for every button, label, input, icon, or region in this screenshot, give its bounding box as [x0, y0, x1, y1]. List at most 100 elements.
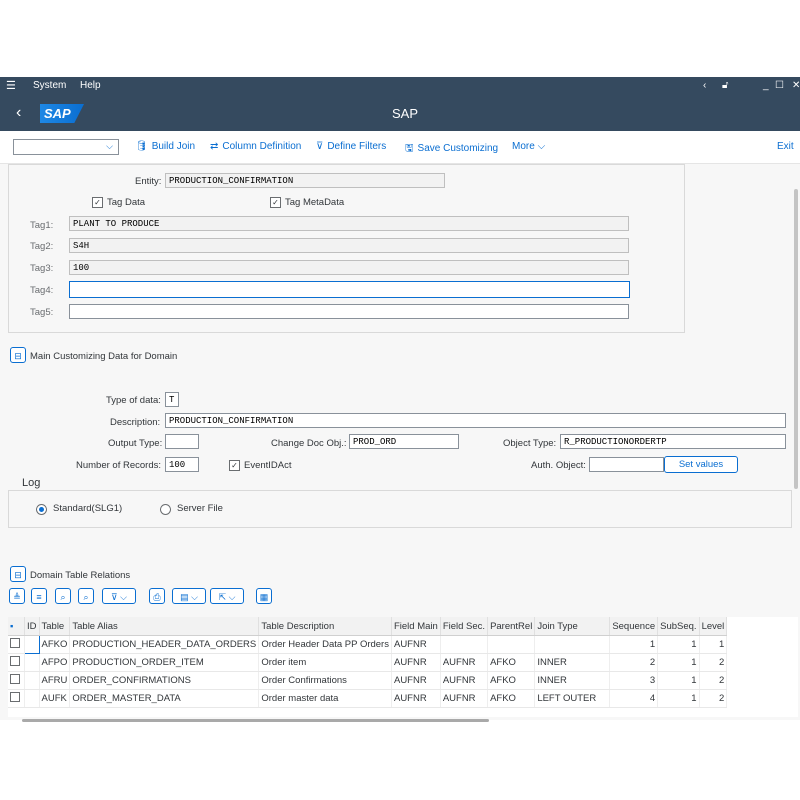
variant-dropdown[interactable]: ⌵	[13, 139, 119, 155]
column-header[interactable]: ID	[24, 617, 40, 636]
entity-field[interactable]: PRODUCTION_CONFIRMATION	[165, 173, 445, 188]
tag5-field[interactable]	[69, 304, 629, 319]
details-icon[interactable]: ≜	[9, 588, 25, 604]
table-cell[interactable]: AUFNR	[391, 671, 441, 690]
layout-icon[interactable]: ▦	[256, 588, 272, 604]
table-cell[interactable]	[24, 653, 40, 672]
menu-help[interactable]: Help	[80, 80, 101, 91]
horizontal-scrollbar[interactable]	[22, 719, 489, 722]
object-type-field[interactable]: R_PRODUCTIONORDERTP	[560, 434, 786, 449]
table-cell[interactable]: 1	[657, 653, 700, 672]
column-header[interactable]: Join Type	[534, 617, 611, 636]
table-cell[interactable]: AUFNR	[391, 653, 441, 672]
back-icon[interactable]: ‹	[16, 104, 21, 122]
table-cell[interactable]: AUFK	[39, 689, 71, 708]
auth-object-field[interactable]	[589, 457, 664, 472]
table-cell[interactable]	[440, 635, 489, 654]
type-of-data-field[interactable]: T	[165, 392, 179, 407]
table-cell[interactable]: 2	[699, 689, 728, 708]
column-header[interactable]: Field Main	[391, 617, 441, 636]
table-cell[interactable]: 1	[609, 635, 659, 654]
table-cell[interactable]: AUFNR	[440, 653, 489, 672]
table-cell[interactable]: Order master data	[258, 689, 392, 708]
table-cell[interactable]: Order item	[258, 653, 392, 672]
column-definition-button[interactable]: ⇄ Column Definition	[210, 141, 301, 152]
standard-slg1-radio[interactable]	[36, 504, 47, 515]
tag2-field[interactable]: S4H	[69, 238, 629, 253]
tag-data-checkbox[interactable]: ✓	[92, 197, 103, 208]
hamburger-icon[interactable]: ☰	[6, 79, 16, 92]
table-cell[interactable]: 1	[657, 671, 700, 690]
table-cell[interactable]: AUFNR	[391, 689, 441, 708]
table-cell[interactable]: AFPO	[39, 653, 71, 672]
lock-icon[interactable]: 🔓︎	[722, 80, 728, 91]
table-cell[interactable]: ORDER_CONFIRMATIONS	[69, 671, 260, 690]
save-customizing-button[interactable]: 🖫 Save Customizing	[405, 141, 498, 158]
row-select-checkbox[interactable]	[8, 653, 25, 672]
table-cell[interactable]: AUFNR	[391, 635, 441, 654]
tag-metadata-checkbox[interactable]: ✓	[270, 197, 281, 208]
expand-relations-icon[interactable]: ⊟	[10, 566, 26, 582]
table-cell[interactable]: AFKO	[487, 689, 536, 708]
table-cell[interactable]	[24, 635, 40, 654]
table-cell[interactable]: PRODUCTION_ORDER_ITEM	[69, 653, 260, 672]
table-cell[interactable]	[534, 635, 611, 654]
output-type-field[interactable]	[165, 434, 199, 449]
more-button[interactable]: More ⌵	[512, 141, 545, 152]
table-cell[interactable]: 1	[699, 635, 728, 654]
table-cell[interactable]: 1	[657, 689, 700, 708]
table-row[interactable]: AFRU ORDER_CONFIRMATIONS Order Confirmat…	[8, 671, 728, 690]
eventidact-checkbox[interactable]: ✓	[229, 460, 240, 471]
number-of-records-field[interactable]: 100	[165, 457, 199, 472]
table-cell[interactable]: AFRU	[39, 671, 71, 690]
menu-system[interactable]: System	[33, 80, 66, 91]
table-cell[interactable]: LEFT OUTER	[534, 689, 611, 708]
column-header[interactable]: Table Description	[258, 617, 392, 636]
column-header[interactable]: Level	[699, 617, 728, 636]
row-select-checkbox[interactable]	[8, 671, 25, 690]
tag4-field[interactable]	[69, 281, 630, 298]
exit-button[interactable]: Exit	[777, 141, 794, 152]
row-select-checkbox[interactable]	[8, 635, 25, 654]
table-cell[interactable]: 1	[657, 635, 700, 654]
change-doc-field[interactable]: PROD_ORD	[349, 434, 459, 449]
table-cell[interactable]: PRODUCTION_HEADER_DATA_ORDERS	[69, 635, 260, 654]
view-dropdown-icon[interactable]: ▤ ⌵	[172, 588, 206, 604]
chevron-left-icon[interactable]: ‹	[703, 80, 706, 91]
filter-dropdown-icon[interactable]: ⊽ ⌵	[102, 588, 136, 604]
define-filters-button[interactable]: ⊽ Define Filters	[316, 141, 386, 152]
vertical-scrollbar[interactable]	[794, 189, 798, 489]
export-dropdown-icon[interactable]: ⇱ ⌵	[210, 588, 244, 604]
table-cell[interactable]: AFKO	[39, 635, 71, 654]
table-cell[interactable]: 4	[609, 689, 659, 708]
table-cell[interactable]: 2	[699, 671, 728, 690]
table-cell[interactable]: AUFNR	[440, 671, 489, 690]
table-cell[interactable]: Order Header Data PP Orders	[258, 635, 392, 654]
table-cell[interactable]: AUFNR	[440, 689, 489, 708]
set-values-button[interactable]: Set values	[664, 456, 738, 473]
row-select-checkbox[interactable]	[8, 689, 25, 708]
table-row[interactable]: AFPO PRODUCTION_ORDER_ITEM Order item AU…	[8, 653, 728, 672]
table-cell[interactable]: Order Confirmations	[258, 671, 392, 690]
column-header[interactable]: Table Alias	[69, 617, 260, 636]
table-cell[interactable]: ORDER_MASTER_DATA	[69, 689, 260, 708]
column-header[interactable]: SubSeq.	[657, 617, 700, 636]
description-field[interactable]: PRODUCTION_CONFIRMATION	[165, 413, 786, 428]
select-all-icon[interactable]: ▪︎	[8, 617, 25, 636]
table-cell[interactable]: AFKO	[487, 671, 536, 690]
build-join-button[interactable]: 🛢︎ Build Join	[135, 141, 195, 152]
close-icon[interactable]: ✕	[792, 80, 800, 91]
server-file-radio[interactable]	[160, 504, 171, 515]
table-cell[interactable]	[487, 635, 536, 654]
find-next-icon[interactable]: ⌕	[78, 588, 94, 604]
table-cell[interactable]: INNER	[534, 671, 611, 690]
find-icon[interactable]: ⌕	[55, 588, 71, 604]
table-cell[interactable]: 2	[609, 653, 659, 672]
expand-section-icon[interactable]: ⊟	[10, 347, 26, 363]
table-cell[interactable]: INNER	[534, 653, 611, 672]
column-header[interactable]: Field Sec.	[440, 617, 489, 636]
list-icon[interactable]: ≡	[31, 588, 47, 604]
table-cell[interactable]: 3	[609, 671, 659, 690]
column-header[interactable]: ParentRel	[487, 617, 536, 636]
maximize-icon[interactable]: ☐	[775, 80, 784, 91]
